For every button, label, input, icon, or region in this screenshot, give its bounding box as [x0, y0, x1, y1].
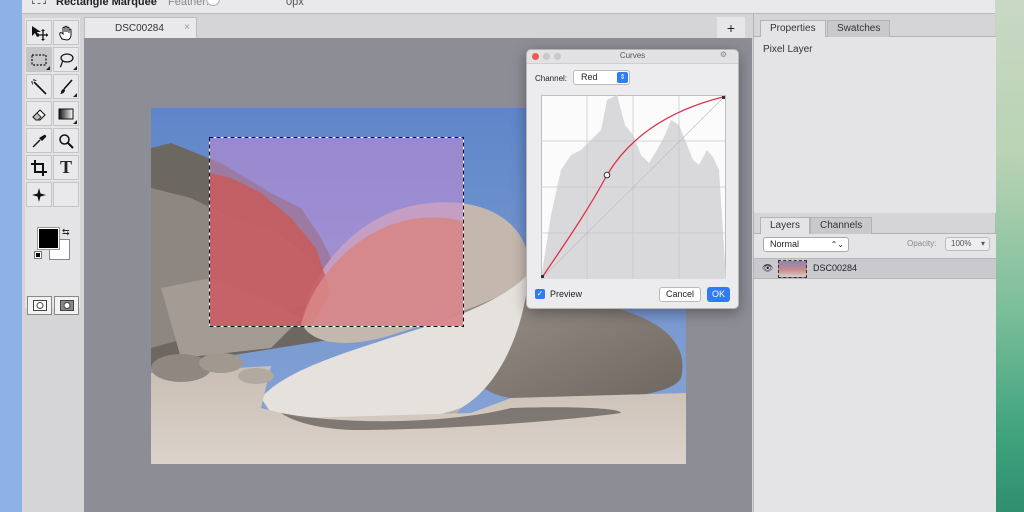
layers-panel: Normal ⌃⌄ Opacity: 100% ▾ 👁 DSC00284	[754, 234, 996, 512]
dialog-titlebar[interactable]: Curves ⚙	[527, 50, 738, 64]
layer-name: DSC00284	[813, 263, 858, 273]
crop-tool[interactable]	[26, 155, 52, 180]
standard-mode-button[interactable]	[27, 296, 52, 315]
preview-checkbox[interactable]: ✓	[535, 289, 545, 299]
hand-icon	[59, 25, 72, 41]
magic-wand-tool[interactable]	[26, 74, 52, 99]
foreground-color[interactable]	[37, 227, 60, 250]
eyedropper-tool[interactable]	[26, 128, 52, 153]
layer-row[interactable]: 👁 DSC00284	[754, 258, 996, 279]
preview-label: Preview	[550, 289, 583, 299]
marquee-icon	[32, 0, 46, 4]
channel-select[interactable]: Red ⇕	[573, 70, 630, 85]
chevron-updown-icon: ⌃⌄	[830, 240, 844, 249]
eyedropper-icon	[32, 134, 47, 147]
close-icon[interactable]: ×	[184, 22, 190, 33]
eraser-tool[interactable]	[26, 101, 52, 126]
tab-layers[interactable]: Layers	[760, 217, 811, 234]
type-tool[interactable]: T	[53, 155, 79, 180]
channel-value: Red	[581, 72, 598, 82]
default-colors-icon[interactable]	[34, 251, 42, 259]
tab-properties[interactable]: Properties	[760, 20, 826, 37]
properties-tab-bar: Properties Swatches	[754, 19, 996, 37]
sparkle-icon	[32, 187, 46, 202]
opacity-field[interactable]: 100% ▾	[945, 237, 990, 251]
brush-tool[interactable]	[53, 74, 79, 99]
chevron-updown-icon: ⇕	[617, 72, 628, 83]
zoom-tool[interactable]	[53, 128, 79, 153]
tab-channels[interactable]: Channels	[810, 217, 873, 234]
cancel-button[interactable]: Cancel	[659, 287, 701, 302]
lasso-tool[interactable]	[53, 47, 79, 72]
layer-kind-label: Pixel Layer	[763, 44, 813, 55]
crop-icon	[31, 159, 47, 176]
document-tab-bar: DSC00284 × +	[84, 14, 752, 38]
dialog-title: Curves	[619, 51, 646, 60]
blend-mode-select[interactable]: Normal ⌃⌄	[763, 237, 849, 252]
color-swatches: ⇆	[34, 227, 75, 268]
opacity-label: Opacity:	[907, 239, 937, 248]
swap-colors-icon[interactable]: ⇆	[62, 227, 70, 238]
submenu-indicator	[46, 66, 50, 70]
quick-mask-icon	[59, 300, 74, 311]
right-panel-dock: Properties Swatches Pixel Layer Layers C…	[753, 14, 996, 512]
hand-tool[interactable]	[53, 20, 79, 45]
toolbox: T ⇆	[25, 18, 80, 315]
standard-mode-icon	[32, 300, 47, 311]
eraser-icon	[32, 108, 46, 121]
move-tool[interactable]	[26, 20, 52, 45]
desktop-wallpaper	[995, 0, 1024, 512]
quick-mask-mode-button[interactable]	[54, 296, 79, 315]
document-tab[interactable]: DSC00284 ×	[84, 17, 197, 38]
photo-editor-window: Rectangle Marquee Feather: 0px T ⇆ DSC00…	[22, 0, 996, 512]
curves-graph[interactable]	[541, 95, 726, 279]
move-icon	[32, 25, 48, 41]
feather-value: 0px	[286, 0, 304, 8]
rectangle-marquee-tool[interactable]	[26, 47, 52, 72]
options-icon[interactable]: ⚙	[720, 50, 727, 59]
chevron-down-icon: ▾	[980, 239, 985, 248]
submenu-indicator	[73, 66, 77, 70]
preview-checkbox-row[interactable]: ✓ Preview	[535, 289, 582, 299]
channel-label: Channel:	[535, 74, 568, 83]
new-tab-button[interactable]: +	[717, 17, 745, 38]
gradient-tool[interactable]	[53, 101, 79, 126]
empty-tool-slot	[53, 182, 79, 207]
document-tab-title: DSC00284	[115, 22, 164, 34]
blend-mode-value: Normal	[770, 239, 800, 249]
ok-button[interactable]: OK	[707, 287, 730, 302]
magic-wand-icon	[31, 78, 47, 95]
zoom-icon	[59, 133, 74, 149]
type-icon: T	[59, 157, 72, 177]
submenu-indicator	[73, 120, 77, 124]
feather-label: Feather:	[168, 0, 209, 8]
healing-tool[interactable]	[26, 182, 52, 207]
tool-name: Rectangle Marquee	[56, 0, 157, 8]
curves-dialog: Curves ⚙ Channel: Red ⇕ ✓ Preview Cancel…	[526, 49, 739, 309]
opacity-value: 100%	[951, 239, 972, 248]
submenu-indicator	[73, 93, 77, 97]
mask-mode-buttons	[27, 296, 79, 316]
eye-icon[interactable]: 👁	[762, 263, 773, 274]
layer-thumbnail	[778, 260, 807, 278]
tab-swatches[interactable]: Swatches	[827, 20, 891, 37]
properties-panel: Pixel Layer	[754, 37, 996, 213]
options-bar: Rectangle Marquee Feather: 0px	[22, 0, 995, 14]
layers-tab-bar: Layers Channels	[754, 216, 996, 234]
